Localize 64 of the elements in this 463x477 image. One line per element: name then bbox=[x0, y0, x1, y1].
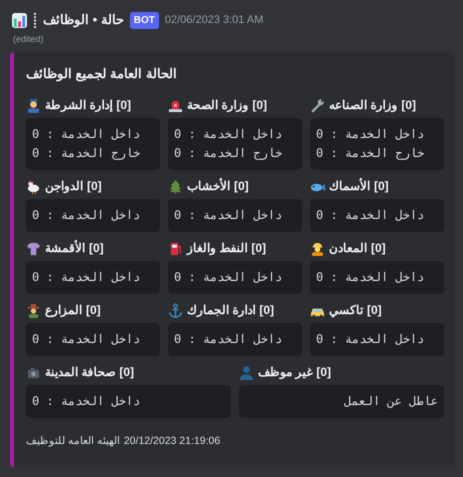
field-name: إدارة الشرطة bbox=[45, 97, 112, 114]
field-name: غير موظف bbox=[258, 364, 312, 381]
code-line: داخل الخدمة : 0 bbox=[32, 268, 142, 286]
code-line: داخل الخدمة : 0 bbox=[174, 126, 284, 142]
code-line: داخل الخدمة : 0 bbox=[32, 330, 142, 348]
bar-chart-icon bbox=[12, 12, 27, 28]
chicken-icon bbox=[26, 178, 41, 194]
code-line: خارج الخدمة : 0 bbox=[32, 144, 142, 162]
field-name: تاكسي bbox=[329, 302, 363, 319]
bot-tag: BOT bbox=[130, 12, 159, 28]
fuel-pump-icon bbox=[168, 240, 183, 256]
field-name: وزارة الصناعه bbox=[329, 97, 398, 114]
timestamp: 02/06/2023 3:01 AM bbox=[164, 12, 264, 28]
field-name: ادارة الجمارك bbox=[187, 302, 256, 319]
field-count: [0] bbox=[367, 302, 382, 319]
field-count: [0] bbox=[86, 302, 101, 319]
field-name: النفط والغاز bbox=[187, 240, 248, 257]
code-line: داخل الخدمة : 0 bbox=[32, 206, 142, 224]
embed-title: الحالة العامة لجميع الوظائف bbox=[26, 66, 177, 81]
code-line: خارج الخدمة : 0 bbox=[316, 144, 426, 162]
code-line: داخل الخدمة : 0 bbox=[32, 126, 142, 142]
field-count: [0] bbox=[374, 178, 389, 195]
field-name: الأخشاب bbox=[187, 177, 230, 195]
field-count: [0] bbox=[251, 240, 266, 257]
code-line: خارج الخدمة : 0 bbox=[174, 144, 284, 162]
field-count: [0] bbox=[401, 97, 416, 114]
field-name: الدواجن bbox=[45, 178, 83, 195]
wrench-icon bbox=[310, 98, 325, 112]
field-name: المزارع bbox=[45, 302, 82, 319]
author-name[interactable]: حالة • الوظائف bbox=[43, 10, 124, 30]
dotted-line-icon bbox=[33, 12, 37, 28]
field-name: صحافة المدينة bbox=[45, 364, 116, 381]
code-line: داخل الخدمة : 0 bbox=[316, 330, 426, 348]
miner-icon bbox=[310, 240, 325, 256]
anchor-icon bbox=[168, 302, 183, 318]
tree-icon bbox=[168, 178, 183, 194]
field-name: المعادن bbox=[329, 240, 367, 257]
person-icon bbox=[239, 364, 254, 380]
code-line: داخل الخدمة : 0 bbox=[174, 268, 284, 286]
field-count: [0] bbox=[87, 178, 102, 195]
farmer-icon bbox=[26, 302, 41, 318]
field-name: الأقمشة bbox=[45, 239, 85, 257]
edited-label: (edited) bbox=[13, 34, 44, 44]
code-line: داخل الخدمة : 0 bbox=[32, 392, 142, 410]
code-line: عاطل عن العمل bbox=[343, 392, 438, 410]
field-name: الأسماك bbox=[329, 177, 370, 195]
field-count: [0] bbox=[259, 302, 274, 319]
code-line: داخل الخدمة : 0 bbox=[174, 206, 284, 224]
shirt-icon bbox=[26, 240, 41, 256]
field-count: [0] bbox=[252, 97, 268, 114]
code-line: داخل الخدمة : 0 bbox=[316, 126, 426, 142]
field-count: [0] bbox=[119, 364, 134, 381]
code-line: داخل الخدمة : 0 bbox=[316, 268, 426, 286]
footer-text: الهيئه العامه للتوظيف bbox=[26, 434, 120, 449]
field-count: [0] bbox=[116, 97, 132, 114]
field-count: [0] bbox=[234, 178, 249, 195]
code-line: داخل الخدمة : 0 bbox=[316, 206, 426, 224]
field-count: [0] bbox=[316, 364, 332, 381]
field-count: [0] bbox=[89, 240, 104, 257]
police-officer-icon bbox=[26, 98, 41, 112]
field-count: [0] bbox=[371, 240, 386, 257]
footer-timestamp: 20/12/2023 21:19:06 bbox=[124, 434, 220, 448]
field-name: وزارة الصحة bbox=[187, 97, 248, 114]
code-line: داخل الخدمة : 0 bbox=[174, 330, 284, 348]
